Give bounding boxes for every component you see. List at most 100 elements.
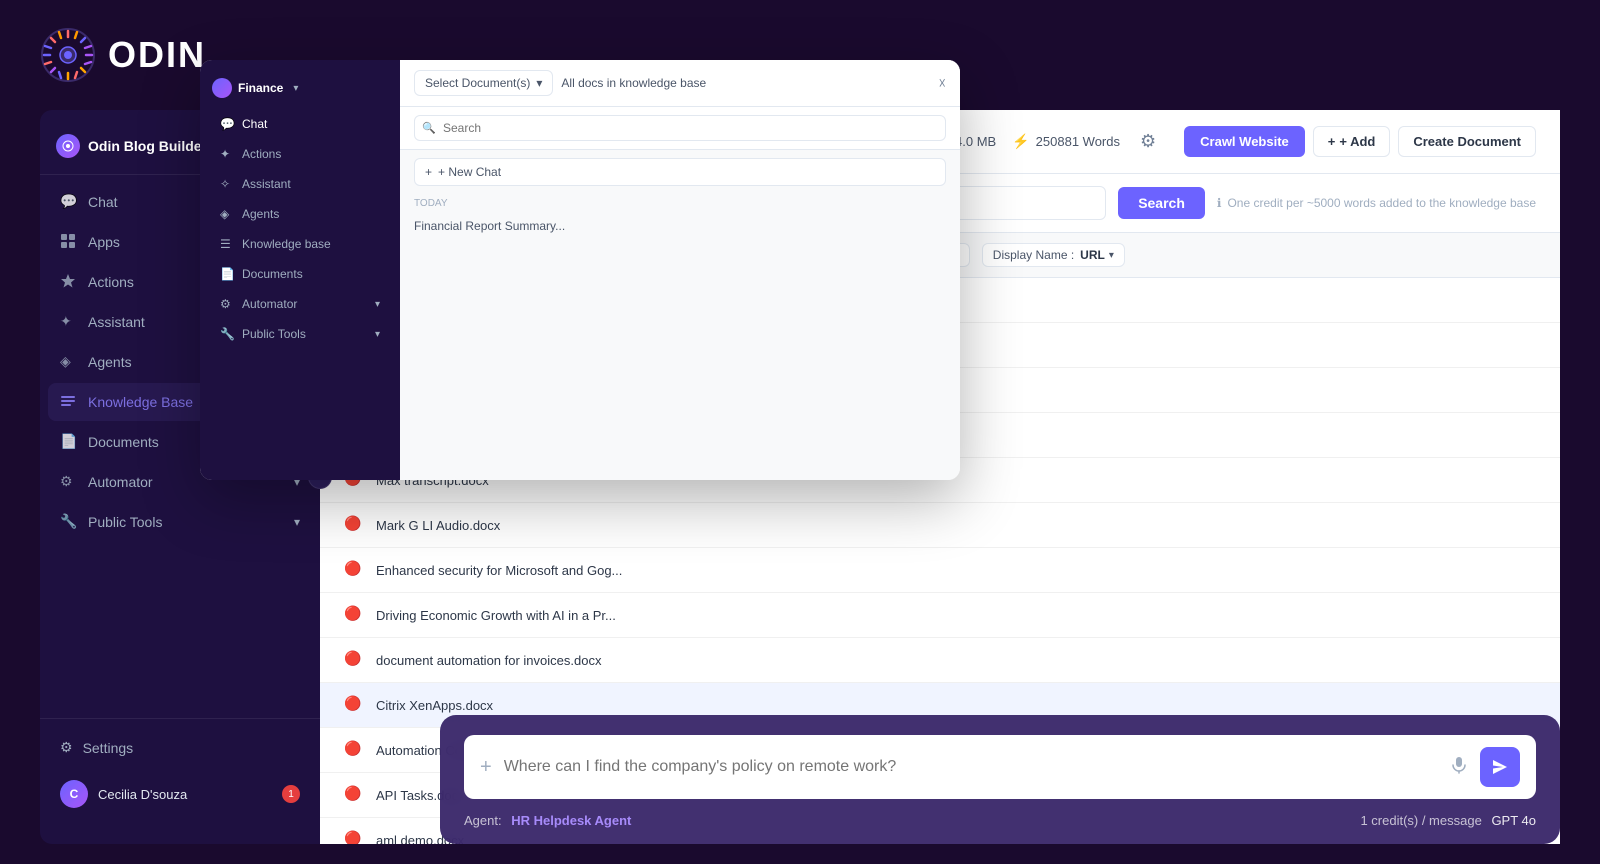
chat-search-bar: 🔍	[400, 107, 960, 150]
chat-mic-button[interactable]	[1450, 756, 1468, 779]
chat-nav-public-tools-icon: 🔧	[220, 327, 234, 341]
hint-text: One credit per ~5000 words added to the …	[1227, 196, 1536, 210]
chat-icon: 💬	[60, 193, 78, 211]
filter-display-name-value: URL	[1080, 248, 1105, 262]
crawl-website-button[interactable]: Crawl Website	[1184, 126, 1305, 157]
user-avatar: C	[60, 780, 88, 808]
chat-nav-actions-icon: ✦	[220, 147, 234, 161]
chat-nav-public-tools-label: Public Tools	[242, 327, 306, 341]
public-tools-expand-icon: ▾	[375, 329, 380, 340]
public-tools-icon: 🔧	[60, 513, 78, 531]
sidebar-brand-name: Odin Blog Builder	[88, 138, 207, 154]
doc-icon: 🔴	[344, 740, 364, 760]
doc-icon: 🔴	[344, 830, 364, 844]
chat-history-text: Financial Report Summary...	[414, 219, 565, 233]
chat-nav-agents-label: Agents	[242, 207, 279, 221]
chat-toolbar: Select Document(s) ▾ All docs in knowled…	[400, 60, 960, 107]
chat-nav-item-agents[interactable]: ◈ Agents	[206, 200, 394, 228]
bottom-chat-container: + Where can I find the company's policy …	[440, 715, 1560, 844]
table-row[interactable]: 🔴 document automation for invoices.docx	[320, 638, 1560, 683]
filter-display-name[interactable]: Display Name : URL ▾	[982, 243, 1125, 267]
user-item: C Cecilia D'souza 1	[56, 772, 304, 816]
add-icon: +	[1328, 134, 1336, 149]
kb-words-value: 250881 Words	[1036, 134, 1120, 149]
words-icon: ⚡	[1012, 133, 1029, 150]
nav-label-assistant: Assistant	[88, 314, 145, 330]
chat-nav-automator-icon: ⚙	[220, 297, 234, 311]
chat-brand-chevron: ▾	[293, 83, 298, 94]
agents-icon: ◈	[60, 353, 78, 371]
table-row[interactable]: 🔴 Enhanced security for Microsoft and Go…	[320, 548, 1560, 593]
chat-nav-kb-icon: ☰	[220, 237, 234, 251]
chat-date-label: Today	[400, 194, 960, 213]
nav-label-chat: Chat	[88, 194, 118, 210]
chat-doc-select-chevron: ▾	[536, 76, 542, 90]
doc-name: document automation for invoices.docx	[376, 653, 1536, 668]
add-button[interactable]: + + Add	[1313, 126, 1391, 157]
table-row[interactable]: 🔴 Mark G LI Audio.docx	[320, 503, 1560, 548]
documents-icon: 📄	[60, 433, 78, 451]
nav-label-actions: Actions	[88, 274, 134, 290]
sidebar-item-public-tools[interactable]: 🔧 Public Tools ▾	[48, 503, 312, 541]
user-name: Cecilia D'souza	[98, 787, 272, 802]
doc-icon: 🔴	[344, 515, 364, 535]
public-tools-expand-icon: ▾	[294, 515, 300, 529]
chat-nav-chat-label: Chat	[242, 117, 267, 131]
chat-send-button[interactable]	[1480, 747, 1520, 787]
chat-main-area: Select Document(s) ▾ All docs in knowled…	[400, 60, 960, 480]
chat-nav-assistant-icon: ✧	[220, 177, 234, 191]
new-chat-button[interactable]: + + New Chat	[414, 158, 946, 186]
chat-nav-item-public-tools[interactable]: 🔧 Public Tools ▾	[206, 320, 394, 348]
nav-label-docs: Documents	[88, 434, 159, 450]
kb-search-button[interactable]: Search	[1118, 187, 1205, 219]
chat-doc-select[interactable]: Select Document(s) ▾	[414, 70, 553, 96]
chat-nav-item-actions[interactable]: ✦ Actions	[206, 140, 394, 168]
chat-nav-item-assistant[interactable]: ✧ Assistant	[206, 170, 394, 198]
chat-nav-automator-label: Automator	[242, 297, 297, 311]
kb-storage-value: 4.0 MB	[955, 134, 996, 149]
nav-label-apps: Apps	[88, 234, 120, 250]
table-row[interactable]: 🔴 Driving Economic Growth with AI in a P…	[320, 593, 1560, 638]
chat-search-icon: 🔍	[422, 122, 436, 135]
sidebar-footer: ⚙ Settings C Cecilia D'souza 1	[40, 718, 320, 828]
nav-label-automator: Automator	[88, 474, 153, 490]
chat-nav-docs-icon: 📄	[220, 267, 234, 281]
create-document-button[interactable]: Create Document	[1398, 126, 1536, 157]
chat-search-wrap: 🔍	[414, 115, 946, 141]
chat-nav-item-kb[interactable]: ☰ Knowledge base	[206, 230, 394, 258]
chat-attach-button[interactable]: +	[480, 756, 492, 779]
chat-nav-agents-icon: ◈	[220, 207, 234, 221]
automator-icon: ⚙	[60, 473, 78, 491]
nav-label-public-tools: Public Tools	[88, 514, 162, 530]
kb-settings-button[interactable]: ⚙	[1136, 127, 1160, 156]
chat-nav-item-chat[interactable]: 💬 Chat	[206, 110, 394, 138]
doc-icon: 🔴	[344, 560, 364, 580]
chat-nav-item-docs[interactable]: 📄 Documents	[206, 260, 394, 288]
sidebar-brand[interactable]: Odin Blog Builder	[56, 134, 207, 158]
chat-search-input[interactable]	[414, 115, 946, 141]
chat-nav-assistant-label: Assistant	[242, 177, 291, 191]
doc-name: Driving Economic Growth with AI in a Pr.…	[376, 608, 1536, 623]
chat-nav-docs-label: Documents	[242, 267, 303, 281]
notification-badge[interactable]: 1	[282, 785, 300, 803]
chat-history-item[interactable]: Financial Report Summary...	[400, 213, 960, 239]
actions-icon	[60, 273, 78, 291]
kb-actions: Crawl Website + + Add Create Document	[1184, 126, 1536, 157]
add-label: + Add	[1339, 134, 1375, 149]
chat-brand-row[interactable]: Finance ▾	[212, 78, 298, 98]
new-chat-plus-icon: +	[425, 165, 432, 179]
chat-nav-chat-icon: 💬	[220, 117, 234, 131]
chat-agent-name[interactable]: HR Helpdesk Agent	[511, 813, 631, 828]
settings-icon: ⚙	[60, 739, 73, 756]
nav-label-kb: Knowledge Base	[88, 394, 193, 410]
chat-nav-kb-label: Knowledge base	[242, 237, 331, 251]
chat-text-input[interactable]: Where can I find the company's policy on…	[504, 758, 1438, 776]
new-chat-label: + New Chat	[438, 165, 501, 179]
settings-item[interactable]: ⚙ Settings	[56, 731, 304, 764]
chat-agent-label: Agent: HR Helpdesk Agent	[464, 813, 631, 828]
kb-icon	[60, 393, 78, 411]
chat-nav-item-automator[interactable]: ⚙ Automator ▾	[206, 290, 394, 318]
kb-meta: 💾 4.0 MB ⚡ 250881 Words ⚙	[932, 127, 1161, 156]
doc-name: Citrix XenApps.docx	[376, 698, 1536, 713]
chat-close-button[interactable]: ☓	[939, 75, 946, 92]
